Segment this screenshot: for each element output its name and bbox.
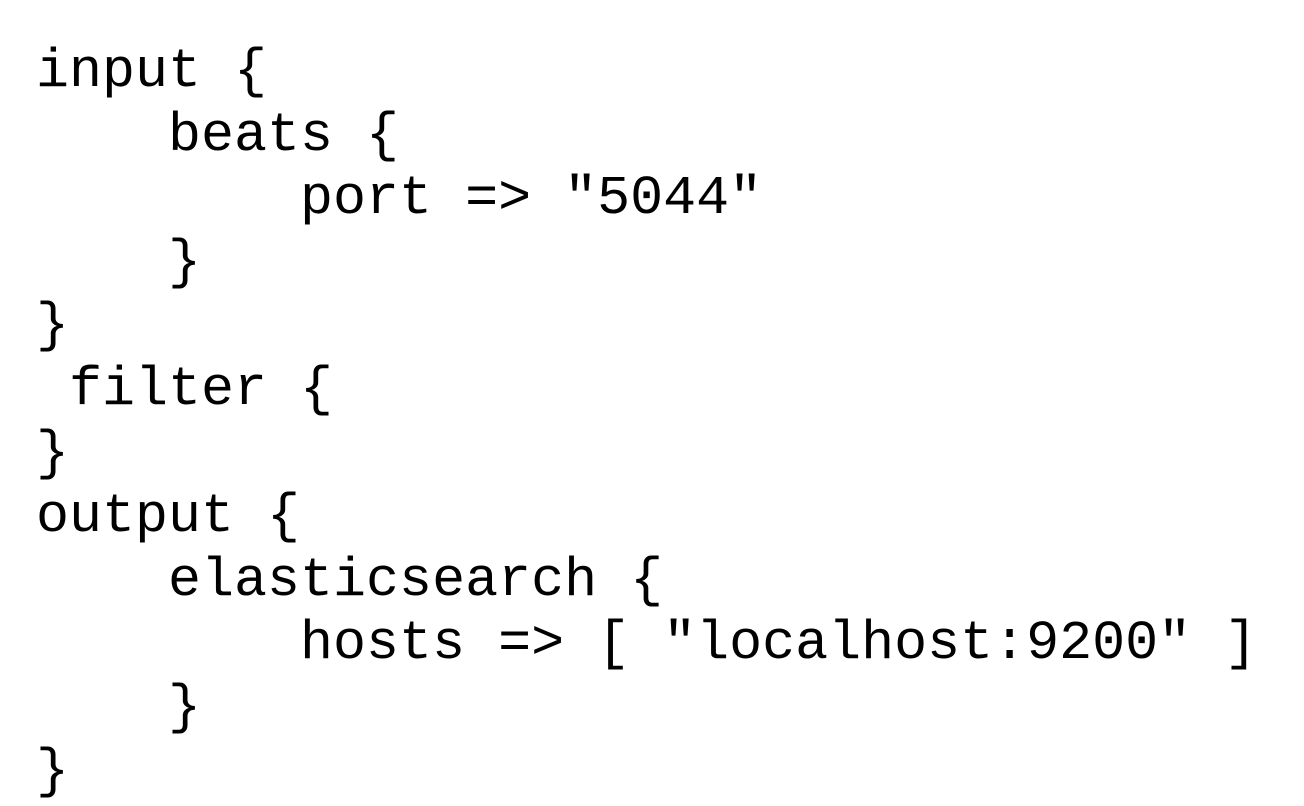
code-line: port => "5044" <box>36 167 763 231</box>
code-line: filter { <box>36 357 334 421</box>
code-line: input { <box>36 40 268 103</box>
code-line: elasticsearch { <box>36 548 664 612</box>
code-block: input { beats { port => "5044" }} filter… <box>36 40 1257 803</box>
code-line: } <box>36 675 202 739</box>
code-line: } <box>36 230 202 294</box>
code-line: } <box>36 421 70 485</box>
code-line: beats { <box>36 103 400 167</box>
code-line: } <box>36 739 70 803</box>
code-line: hosts => [ "localhost:9200" ] <box>36 612 1258 676</box>
code-line: } <box>36 294 70 358</box>
code-line: output { <box>36 485 301 549</box>
